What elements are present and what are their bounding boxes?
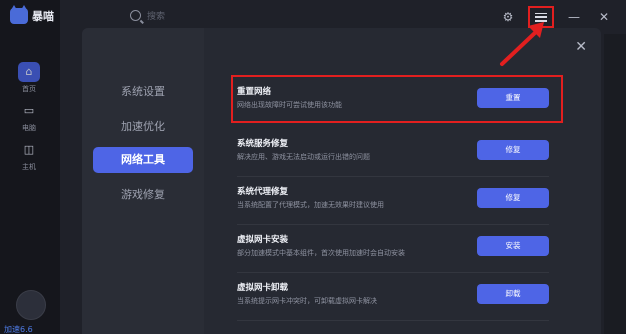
row-title: 系统代理修复 <box>237 187 289 197</box>
settings-dialog: 系统设置 加速优化 网络工具 游戏修复 ✕ 重置网络 网络出现故障时可尝试使用该… <box>82 28 601 334</box>
side-item-system-settings[interactable]: 系统设置 <box>93 79 193 105</box>
rail-item-label: 电脑 <box>22 124 36 132</box>
minimize-icon[interactable]: — <box>564 7 584 27</box>
close-window-icon[interactable]: ✕ <box>594 7 614 27</box>
list-item: 虚拟网卡安装 部分加速模式中基本组件，首次使用加速时会自动安装 安装 <box>237 229 577 273</box>
divider <box>237 272 549 273</box>
repair-service-button[interactable]: 修复 <box>477 140 549 160</box>
dialog-sidebar: 系统设置 加速优化 网络工具 游戏修复 <box>82 28 204 334</box>
install-adapter-button[interactable]: 安装 <box>477 236 549 256</box>
row-title: 虚拟网卡卸载 <box>237 283 289 293</box>
list-item: 虚拟网卡卸载 当系统提示网卡冲突时，可卸载虚拟网卡解决 卸载 <box>237 277 577 321</box>
repair-proxy-button[interactable]: 修复 <box>477 188 549 208</box>
row-desc: 部分加速模式中基本组件，首次使用加速时会自动安装 <box>237 249 405 257</box>
divider <box>237 176 549 177</box>
side-item-game-repair[interactable]: 游戏修复 <box>93 182 193 208</box>
rail-item-label: 主机 <box>22 163 36 171</box>
cat-logo-icon <box>10 5 28 24</box>
gamepad-icon: ◫ <box>23 143 35 156</box>
row-desc: 解决应用、游戏无法启动或运行出错的问题 <box>237 153 370 161</box>
app-name: 暴喵 <box>32 10 54 23</box>
side-item-network-tools[interactable]: 网络工具 <box>93 147 193 173</box>
row-title: 虚拟网卡安装 <box>237 235 289 245</box>
row-desc: 当系统配置了代理模式，加速无效果时建议使用 <box>237 201 384 209</box>
home-icon: ⌂ <box>18 62 40 82</box>
highlight-box <box>231 75 563 123</box>
rail-item-pc[interactable]: ▭ 电脑 <box>14 101 44 133</box>
rail-item-console[interactable]: ◫ 主机 <box>14 140 44 172</box>
divider <box>237 224 549 225</box>
monitor-icon: ▭ <box>23 104 35 117</box>
search-placeholder: 搜索 <box>147 12 166 22</box>
rail-bottom-text: 加速6.6 <box>4 325 33 334</box>
row-title: 系统服务修复 <box>237 139 289 149</box>
app-logo: 暴喵 <box>10 5 54 24</box>
left-rail: 暴喵 ⌂ 首页 ▭ 电脑 ◫ 主机 加速6.6 <box>0 0 60 334</box>
search-bar[interactable]: 搜索 <box>130 9 165 22</box>
app-window: 暴喵 ⌂ 首页 ▭ 电脑 ◫ 主机 加速6.6 搜索 ⚙ — ✕ 系统设置 加速… <box>0 0 626 334</box>
list-item: 系统服务修复 解决应用、游戏无法启动或运行出错的问题 修复 <box>237 133 577 177</box>
background-content <box>604 34 626 334</box>
uninstall-adapter-button[interactable]: 卸载 <box>477 284 549 304</box>
annotation-arrow-icon <box>500 22 544 66</box>
list-item: 系统代理修复 当系统配置了代理模式，加速无效果时建议使用 修复 <box>237 181 577 225</box>
avatar[interactable] <box>16 290 46 320</box>
rail-item-home[interactable]: ⌂ 首页 <box>14 62 44 94</box>
divider <box>237 320 549 321</box>
search-icon <box>130 10 141 21</box>
row-desc: 当系统提示网卡冲突时，可卸载虚拟网卡解决 <box>237 297 377 305</box>
side-item-acceleration[interactable]: 加速优化 <box>93 114 193 140</box>
rail-item-label: 首页 <box>22 85 36 93</box>
close-icon[interactable]: ✕ <box>575 40 587 54</box>
